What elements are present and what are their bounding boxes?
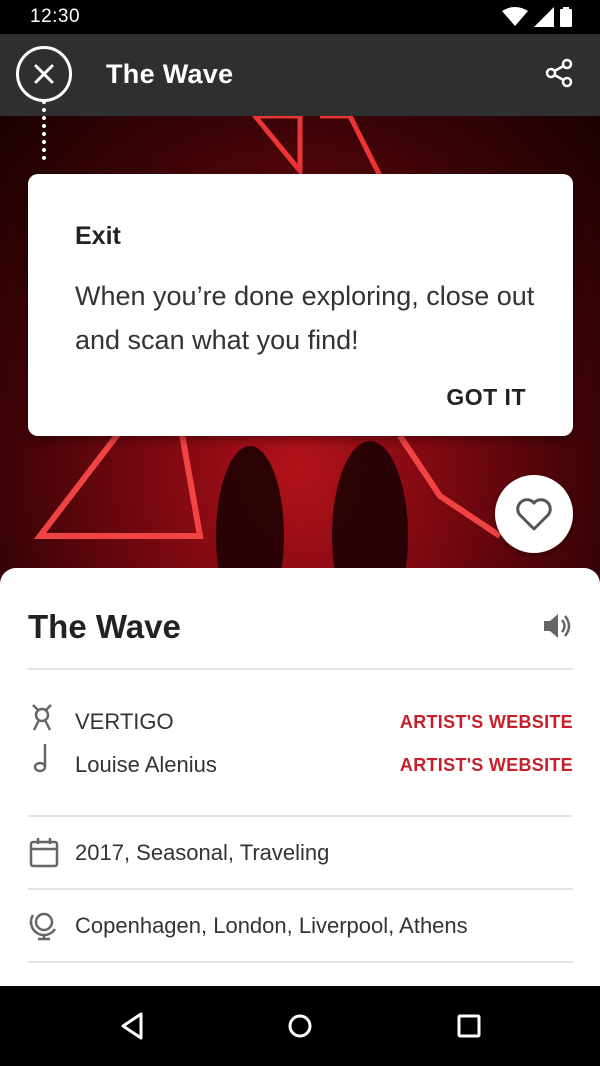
status-time: 12:30	[30, 6, 81, 27]
divider	[28, 961, 573, 963]
back-icon[interactable]	[115, 1008, 151, 1044]
tooltip-title: Exit	[75, 222, 121, 250]
tooltip-body: When you’re done exploring, close out an…	[75, 281, 535, 355]
volume-icon[interactable]	[542, 610, 574, 642]
music-note-icon	[33, 744, 47, 773]
status-bar: 12:30	[0, 0, 600, 34]
close-button[interactable]	[16, 46, 72, 102]
home-icon[interactable]	[282, 1008, 318, 1044]
app-bar: The Wave	[0, 34, 600, 116]
battery-icon	[560, 7, 572, 27]
signal-icon	[534, 7, 554, 27]
got-it-button[interactable]: GOT IT	[446, 384, 526, 411]
app-bar-title: The Wave	[106, 59, 234, 89]
detail-title: The Wave	[28, 608, 181, 645]
wifi-icon	[502, 7, 528, 26]
composer-name: Louise Alenius	[75, 752, 217, 777]
favorite-button[interactable]	[495, 475, 573, 553]
event-locations: Copenhagen, London, Liverpool, Athens	[75, 913, 468, 938]
artist-name: VERTIGO	[75, 709, 174, 734]
share-icon[interactable]	[544, 58, 574, 88]
recents-icon[interactable]	[451, 1008, 487, 1044]
globe-icon	[29, 912, 57, 941]
artist-website-link[interactable]: ARTIST'S WEBSITE	[400, 712, 573, 733]
status-icons	[502, 7, 572, 27]
event-date: 2017, Seasonal, Traveling	[75, 840, 330, 865]
artist-website-link[interactable]: ARTIST'S WEBSITE	[400, 755, 573, 776]
person-icon	[32, 704, 52, 731]
detail-sheet: The Wave VERTIGO ARTIST'S WEBSITE Louise…	[0, 568, 600, 986]
system-nav-bar	[0, 986, 600, 1066]
calendar-icon	[29, 838, 59, 868]
divider	[28, 815, 573, 817]
close-icon	[34, 64, 54, 84]
tooltip-card: Exit When you’re done exploring, close o…	[28, 174, 573, 436]
heart-icon	[516, 498, 552, 531]
divider	[28, 668, 573, 670]
tooltip-connector	[42, 100, 46, 160]
divider	[28, 888, 573, 890]
